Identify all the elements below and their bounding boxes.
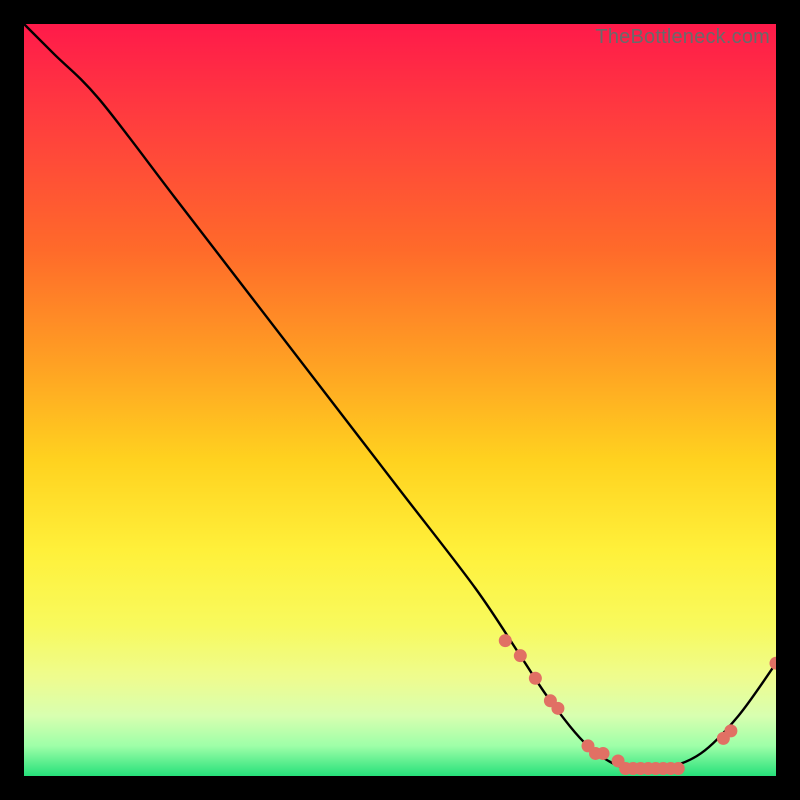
marker-point — [529, 672, 542, 685]
chart-container: TheBottleneck.com — [0, 0, 800, 800]
plot-area: TheBottleneck.com — [24, 24, 776, 776]
curve-markers — [499, 634, 776, 775]
marker-point — [499, 634, 512, 647]
marker-point — [514, 649, 527, 662]
marker-point — [597, 747, 610, 760]
marker-point — [770, 657, 777, 670]
chart-svg — [24, 24, 776, 776]
marker-point — [724, 724, 737, 737]
marker-point — [551, 702, 564, 715]
marker-point — [672, 762, 685, 775]
bottleneck-curve — [24, 24, 776, 771]
